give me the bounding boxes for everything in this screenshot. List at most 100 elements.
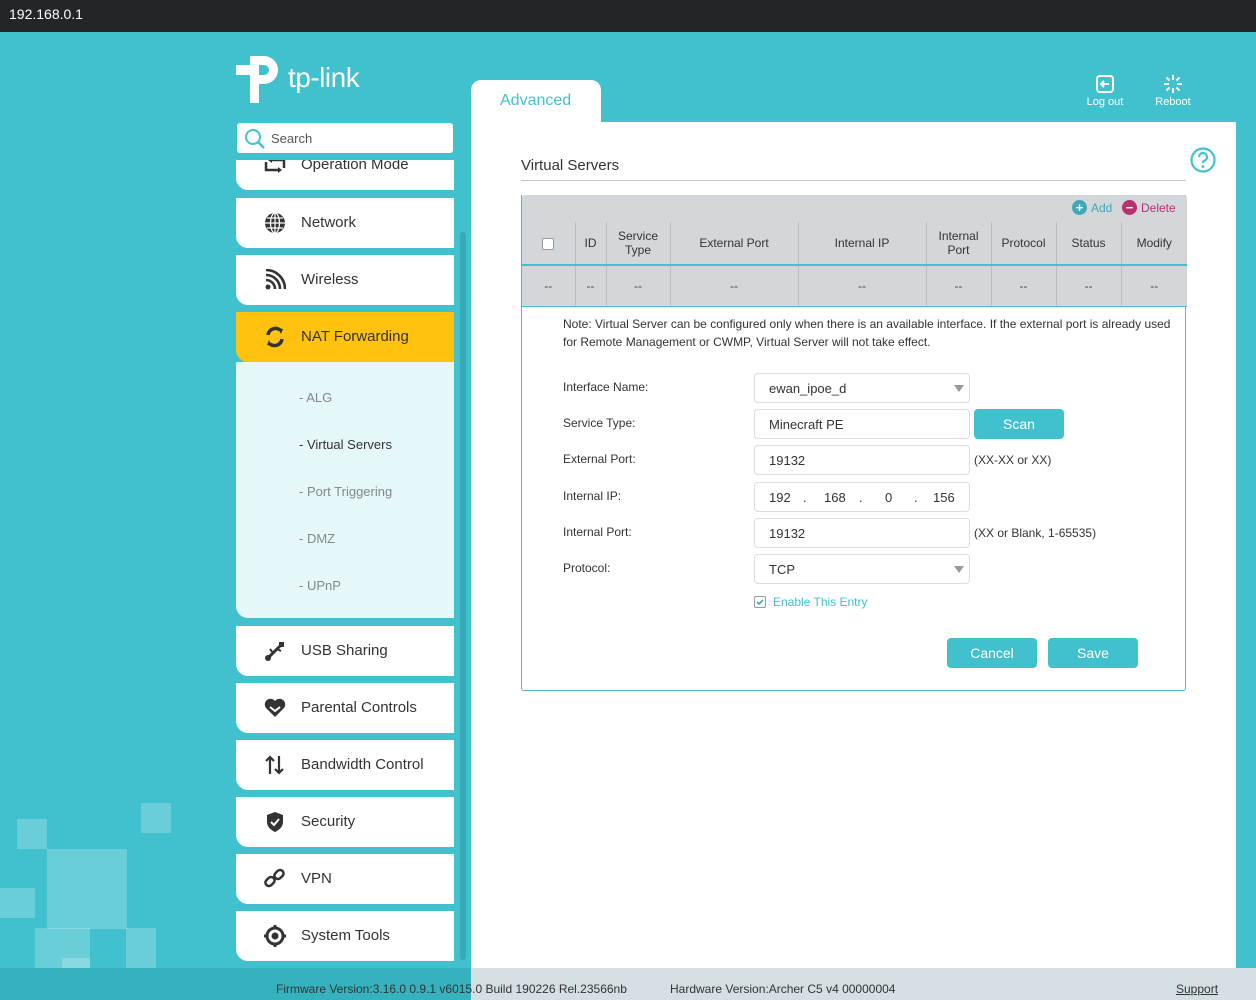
table-row: -- -- -- -- -- -- -- -- --: [522, 265, 1187, 307]
sidebar-item-nat-forwarding[interactable]: NAT Forwarding: [236, 312, 454, 362]
ip-octet-2[interactable]: 168: [824, 490, 846, 505]
column-header: Internal Port: [925, 222, 991, 266]
delete-button[interactable]: − Delete: [1122, 200, 1176, 215]
table-cell: --: [1055, 265, 1121, 307]
table-cell: --: [925, 265, 991, 307]
table-header-row: ID Service Type External Port Internal I…: [522, 222, 1187, 266]
minus-icon: −: [1122, 200, 1137, 215]
sidebar-subitem-alg[interactable]: - ALG: [299, 390, 332, 405]
sidebar-scrollbar[interactable]: [460, 232, 466, 960]
save-button[interactable]: Save: [1048, 638, 1138, 668]
firmware-version: Firmware Version:3.16.0 0.9.1 v6015.0 Bu…: [276, 982, 627, 996]
search-input[interactable]: [271, 123, 446, 153]
search-box[interactable]: [237, 123, 453, 153]
table-cell: --: [669, 265, 798, 307]
title-divider: [521, 180, 1186, 181]
column-header: Internal IP: [797, 222, 926, 266]
note-text: Note: Virtual Server can be configured o…: [563, 317, 1171, 349]
virtual-servers-table: ID Service Type External Port Internal I…: [522, 222, 1187, 307]
interface-name-select[interactable]: ewan_ipoe_d: [754, 373, 970, 403]
select-all-checkbox[interactable]: [542, 237, 555, 250]
internal-port-hint: (XX or Blank, 1-65535): [974, 526, 1097, 540]
shield-icon: [264, 811, 286, 833]
table-cell: --: [522, 265, 575, 307]
nat-forwarding-submenu: - ALG - Virtual Servers - Port Triggerin…: [236, 362, 454, 618]
operation-mode-icon: [264, 160, 286, 176]
protocol-select[interactable]: TCP: [754, 554, 970, 584]
sidebar-subitem-port-triggering[interactable]: - Port Triggering: [299, 484, 392, 499]
scan-button[interactable]: Scan: [974, 409, 1064, 439]
external-port-hint: (XX-XX or XX): [974, 453, 1052, 467]
table-cell: --: [797, 265, 926, 307]
column-header: Modify: [1120, 222, 1187, 266]
sidebar-item-wireless[interactable]: Wireless: [236, 255, 454, 305]
sidebar-item-vpn[interactable]: VPN: [236, 854, 454, 904]
virtual-servers-panel: + Add − Delete ID Service Type External …: [521, 195, 1187, 691]
logout-button[interactable]: Log out: [1075, 74, 1135, 108]
column-header: Service Type: [605, 222, 670, 266]
link-icon: [264, 868, 286, 890]
internal-ip-row: Internal IP: 192 . 168 . 0 . 156: [563, 482, 1163, 512]
external-port-input[interactable]: [754, 445, 970, 475]
reboot-icon: [1164, 75, 1182, 93]
sidebar-nav: Operation Mode Network Wireless NAT Forw…: [236, 160, 454, 962]
sidebar-item-system-tools[interactable]: System Tools: [236, 911, 454, 961]
table-cell: --: [990, 265, 1056, 307]
internal-port-row: Internal Port: (XX or Blank, 1-65535): [563, 518, 1163, 548]
column-header: External Port: [669, 222, 798, 266]
internal-port-input[interactable]: [754, 518, 970, 548]
url-text[interactable]: 192.168.0.1: [9, 6, 83, 22]
select-all-header: [522, 222, 575, 266]
tp-link-logo-icon: [236, 56, 278, 103]
column-header: Protocol: [990, 222, 1056, 266]
sidebar-subitem-dmz[interactable]: - DMZ: [299, 531, 335, 546]
wifi-icon: [264, 268, 287, 291]
search-icon: [244, 128, 266, 155]
ip-octet-1[interactable]: 192: [769, 490, 791, 505]
sidebar-item-operation-mode[interactable]: Operation Mode: [236, 160, 454, 190]
usb-icon: [264, 640, 286, 662]
support-link[interactable]: Support: [1176, 982, 1218, 996]
reboot-button[interactable]: Reboot: [1143, 74, 1203, 108]
sidebar-item-usb-sharing[interactable]: USB Sharing: [236, 626, 454, 676]
globe-icon: [264, 212, 286, 234]
table-cell: --: [1120, 265, 1187, 307]
cancel-button[interactable]: Cancel: [947, 638, 1037, 668]
external-port-row: External Port: (XX-XX or XX): [563, 445, 1163, 475]
table-cell: --: [605, 265, 670, 307]
tab-advanced[interactable]: Advanced: [471, 80, 601, 124]
dropdown-arrow-icon: [954, 385, 964, 392]
column-header: Status: [1055, 222, 1121, 266]
enable-entry-checkbox[interactable]: Enable This Entry: [754, 595, 868, 609]
service-type-input[interactable]: [754, 409, 970, 439]
checkbox-checked-icon: [754, 596, 766, 608]
gear-icon: [264, 925, 286, 947]
ip-octet-3[interactable]: 0: [885, 490, 892, 505]
hardware-version: Hardware Version:Archer C5 v4 00000004: [670, 982, 896, 996]
sidebar-item-security[interactable]: Security: [236, 797, 454, 847]
sidebar-subitem-upnp[interactable]: - UPnP: [299, 578, 341, 593]
sidebar-item-bandwidth-control[interactable]: Bandwidth Control: [236, 740, 454, 790]
enable-entry-row: Enable This Entry: [563, 590, 1163, 620]
service-type-row: Service Type: Scan: [563, 409, 1163, 439]
up-down-arrows-icon: [264, 754, 286, 776]
plus-icon: +: [1072, 200, 1087, 215]
help-icon[interactable]: [1190, 147, 1216, 178]
interface-name-row: Interface Name: ewan_ipoe_d: [563, 373, 1163, 403]
main-panel: Virtual Servers + Add − Delete ID Servic…: [471, 122, 1236, 968]
sidebar-item-network[interactable]: Network: [236, 198, 454, 248]
brand-name: tp-link: [288, 62, 360, 93]
heart-icon: [264, 697, 286, 719]
protocol-row: Protocol: TCP: [563, 554, 1163, 584]
column-header: ID: [574, 222, 606, 266]
add-button[interactable]: + Add: [1072, 200, 1112, 215]
footer: Firmware Version:3.16.0 0.9.1 v6015.0 Bu…: [0, 968, 1256, 1000]
tp-link-logo: tp-link: [236, 54, 376, 104]
dropdown-arrow-icon: [954, 566, 964, 573]
ip-octet-4[interactable]: 156: [933, 490, 955, 505]
sidebar-item-parental-controls[interactable]: Parental Controls: [236, 683, 454, 733]
sidebar-subitem-virtual-servers[interactable]: - Virtual Servers: [299, 437, 392, 452]
table-toolbar: + Add − Delete: [522, 195, 1187, 222]
internal-ip-input[interactable]: 192 . 168 . 0 . 156: [754, 482, 970, 512]
logout-icon: [1096, 75, 1114, 93]
